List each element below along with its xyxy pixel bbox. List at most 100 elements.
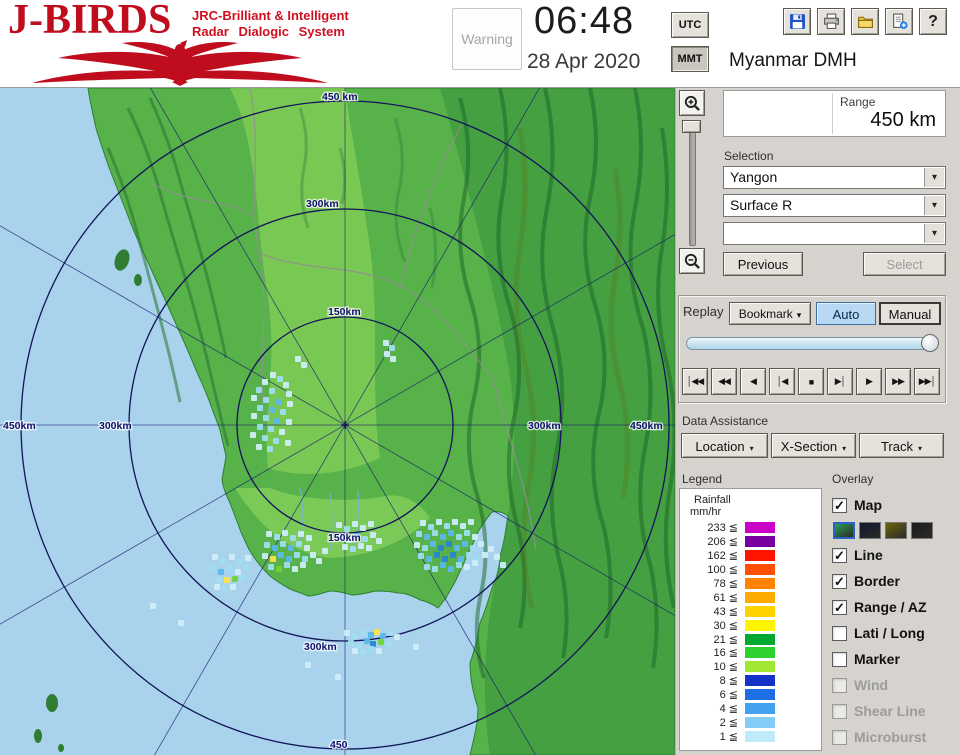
radar-map[interactable]: 450 km 300km 150km 150km 300km 450 450km 300km 3… bbox=[0, 0, 865, 755]
checkbox-border[interactable]: ✓ bbox=[832, 573, 847, 589]
extra-dropdown[interactable]: ▾ bbox=[723, 222, 946, 245]
step-back-button[interactable]: │◀ bbox=[769, 368, 795, 395]
replay-slider-track[interactable] bbox=[686, 334, 939, 352]
x-section-button: X-Section ▾ bbox=[771, 433, 856, 458]
overlay-item-border[interactable]: ✓ Border bbox=[832, 568, 960, 594]
legend-row: 1 ≦ bbox=[680, 729, 821, 743]
step-forward-button[interactable]: ▶│ bbox=[827, 368, 853, 395]
overlay-item-label: Lati / Long bbox=[854, 625, 925, 641]
export-button[interactable] bbox=[885, 8, 913, 35]
previous-button[interactable]: Previous bbox=[723, 252, 803, 276]
track-button[interactable]: Track ▾ bbox=[859, 433, 944, 458]
legend-label: Legend bbox=[682, 472, 723, 486]
map-style-swatch-1[interactable] bbox=[859, 521, 881, 539]
tagline-line1: JRC-Brilliant & Intelligent bbox=[192, 8, 349, 23]
legend-unit-line2: mm/hr bbox=[690, 506, 722, 518]
legend-value: 100 ≦ bbox=[707, 564, 738, 577]
overlay-item-map[interactable]: ✓ Map bbox=[832, 492, 960, 518]
x-section-label: X-Section bbox=[780, 439, 838, 454]
zoom-slider-thumb[interactable] bbox=[682, 120, 701, 133]
jump-start-button[interactable]: │◀◀ bbox=[682, 368, 708, 395]
legend-value: 16 ≦ bbox=[713, 647, 738, 660]
legend-color-swatch bbox=[745, 564, 775, 576]
play-reverse-button[interactable]: ◀ bbox=[740, 368, 766, 395]
checkbox-line[interactable]: ✓ bbox=[832, 547, 847, 563]
site-dropdown-value: Yangon bbox=[730, 169, 778, 185]
legend-color-swatch bbox=[745, 522, 775, 534]
legend-rows: 233 ≦ 206 ≦ 162 ≦ 100 ≦ 78 ≦ 61 ≦ 43 ≦ 30 ≦ 21 ≦… bbox=[680, 521, 821, 743]
jump-end-button[interactable]: ▶▶│ bbox=[914, 368, 940, 395]
map-style-swatch-2[interactable] bbox=[885, 521, 907, 539]
legend-value: 43 ≦ bbox=[713, 605, 738, 618]
overlay-item-label: Shear Line bbox=[854, 703, 926, 719]
manual-mode-button[interactable]: Manual bbox=[879, 302, 941, 325]
open-folder-button[interactable] bbox=[851, 8, 879, 35]
app-window: J-BIRDS JRC-Brilliant & Intelligent Rada… bbox=[0, 0, 960, 755]
checkbox-range-az[interactable]: ✓ bbox=[832, 599, 847, 615]
chevron-down-icon[interactable]: ▾ bbox=[924, 196, 944, 215]
legend-row: 16 ≦ bbox=[680, 646, 821, 660]
data-assistance-label: Data Assistance bbox=[682, 414, 769, 428]
save-button[interactable] bbox=[783, 8, 811, 35]
zoom-out-button[interactable] bbox=[679, 248, 705, 274]
overlay-item-label: Map bbox=[854, 497, 882, 513]
legend-color-swatch bbox=[745, 730, 775, 742]
overlay-item-marker[interactable]: Marker bbox=[832, 646, 960, 672]
product-dropdown[interactable]: Surface R ▾ bbox=[723, 194, 946, 217]
legend-row: 100 ≦ bbox=[680, 563, 821, 577]
range-display: Range 450 km bbox=[723, 90, 946, 137]
map-style-row bbox=[832, 518, 960, 542]
legend-value: 6 ≦ bbox=[719, 689, 738, 702]
app-logo-tagline: JRC-Brilliant & Intelligent Radar Dialog… bbox=[192, 8, 349, 40]
overlay-item-label: Line bbox=[854, 547, 883, 563]
chevron-down-icon[interactable]: ▾ bbox=[924, 168, 944, 187]
fast-forward-button[interactable]: ▶▶ bbox=[885, 368, 911, 395]
overlay-item-microburst: Microburst bbox=[832, 724, 960, 750]
stop-button[interactable]: ■ bbox=[798, 368, 824, 395]
print-button[interactable] bbox=[817, 8, 845, 35]
checkbox-lati-long[interactable] bbox=[832, 625, 847, 641]
checkbox-marker[interactable] bbox=[832, 651, 847, 667]
range-label: 300km bbox=[99, 420, 132, 432]
location-button[interactable]: Location ▾ bbox=[681, 433, 768, 458]
legend-value: 206 ≦ bbox=[707, 536, 738, 549]
chevron-down-icon[interactable]: ▾ bbox=[924, 224, 944, 243]
overlay-item-label: Range / AZ bbox=[854, 599, 927, 615]
clock-time: 06:48 bbox=[534, 0, 635, 42]
mmt-button[interactable]: MMT bbox=[671, 46, 709, 72]
warning-label: Warning bbox=[461, 31, 513, 47]
checkbox-map[interactable]: ✓ bbox=[832, 497, 847, 513]
warning-indicator: Warning bbox=[452, 8, 522, 70]
selection-label: Selection bbox=[724, 149, 774, 163]
overlay-item-label: Marker bbox=[854, 651, 900, 667]
range-label: 450 bbox=[330, 739, 348, 751]
map-style-swatch-3[interactable] bbox=[911, 521, 933, 539]
overlay-item-range-az[interactable]: ✓ Range / AZ bbox=[832, 594, 960, 620]
help-button[interactable]: ? bbox=[919, 8, 947, 35]
fast-rewind-button[interactable]: ◀◀ bbox=[711, 368, 737, 395]
print-icon bbox=[823, 13, 839, 29]
site-dropdown[interactable]: Yangon ▾ bbox=[723, 166, 946, 189]
utc-button[interactable]: UTC bbox=[671, 12, 709, 38]
range-label: Range bbox=[840, 95, 876, 109]
legend-color-swatch bbox=[745, 536, 775, 548]
bookmark-label: Bookmark bbox=[738, 307, 793, 321]
chevron-down-icon: ▾ bbox=[749, 444, 754, 453]
play-button[interactable]: ▶ bbox=[856, 368, 882, 395]
legend-row: 61 ≦ bbox=[680, 590, 821, 604]
overlay-item-label: Microburst bbox=[854, 729, 927, 745]
zoom-slider-track[interactable] bbox=[689, 120, 696, 246]
bookmark-button[interactable]: Bookmark ▾ bbox=[729, 302, 811, 325]
replay-slider-thumb[interactable] bbox=[920, 334, 939, 352]
map-style-swatch-0[interactable] bbox=[833, 521, 855, 539]
overlay-item-shear-line: Shear Line bbox=[832, 698, 960, 724]
replay-label: Replay bbox=[683, 304, 724, 319]
overlay-item-line[interactable]: ✓ Line bbox=[832, 542, 960, 568]
range-label: 450km bbox=[3, 420, 36, 432]
toolbar: ? bbox=[783, 8, 947, 35]
auto-mode-button[interactable]: Auto bbox=[816, 302, 876, 325]
zoom-in-button[interactable] bbox=[679, 90, 705, 116]
legend-color-swatch bbox=[745, 716, 775, 728]
legend-value: 162 ≦ bbox=[707, 550, 738, 563]
overlay-item-lati-long[interactable]: Lati / Long bbox=[832, 620, 960, 646]
